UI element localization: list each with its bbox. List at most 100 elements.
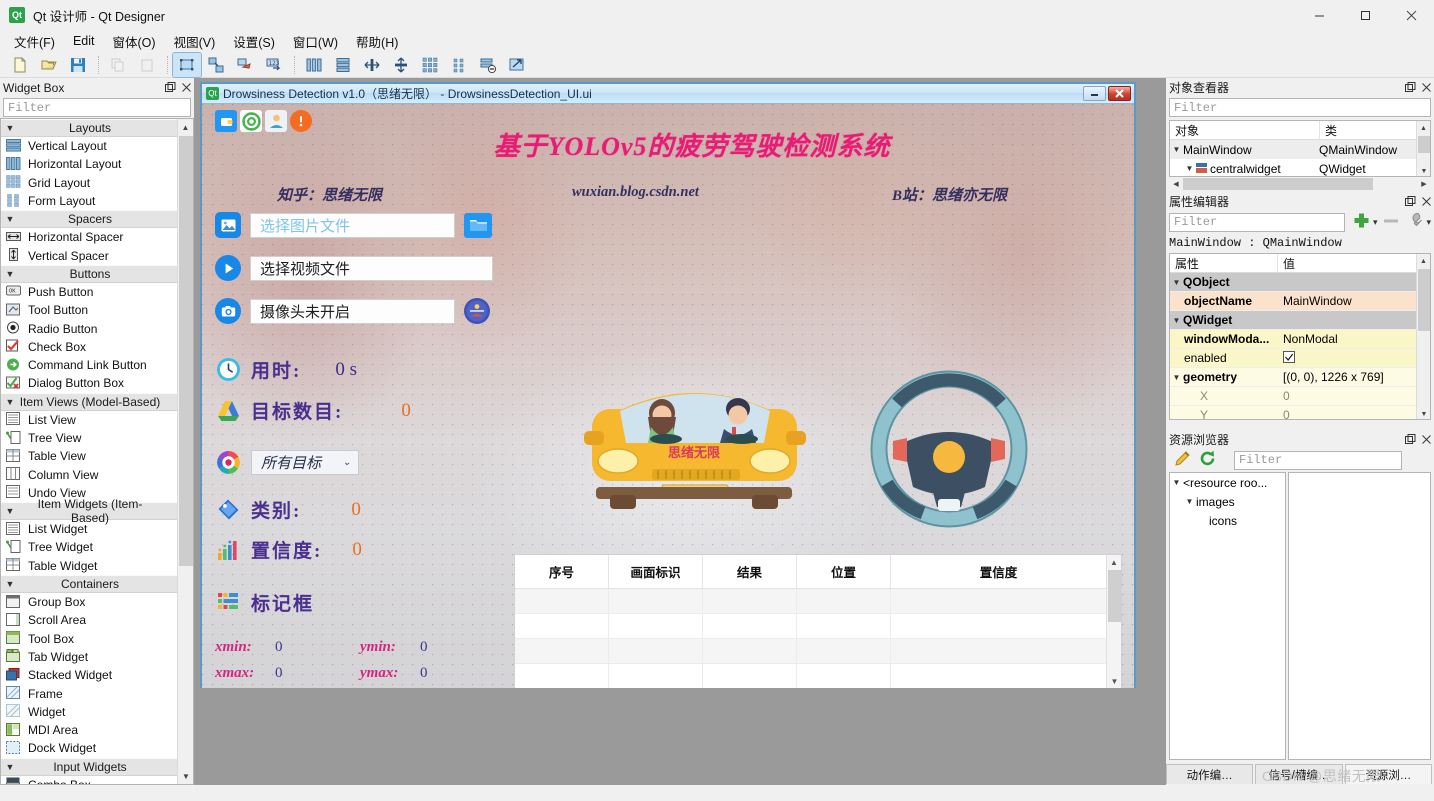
- layout-horizontally-button[interactable]: [300, 53, 328, 77]
- image-path-input[interactable]: 选择图片文件: [250, 212, 455, 238]
- widget-item-tool-box[interactable]: Tool Box: [1, 630, 179, 648]
- scrollbar-thumb[interactable]: [1108, 570, 1121, 622]
- property-editor-vscrollbar[interactable]: ▲ ▼: [1416, 254, 1430, 419]
- table-row[interactable]: [515, 639, 1121, 664]
- new-form-button[interactable]: [6, 53, 34, 77]
- chevron-down-icon[interactable]: ▼: [1170, 478, 1183, 487]
- property-row-geometry-x[interactable]: X 0: [1170, 387, 1430, 406]
- widget-item-column-view[interactable]: Column View: [1, 465, 179, 483]
- resource-tree-root[interactable]: ▼ <resource roo...: [1170, 473, 1285, 492]
- widget-item-vertical-spacer[interactable]: Vertical Spacer: [1, 246, 179, 264]
- resource-tree-icons[interactable]: icons: [1170, 511, 1285, 530]
- property-group-qwidget[interactable]: ▼ QWidget: [1170, 311, 1430, 330]
- chevron-down-icon[interactable]: ▼: [1170, 316, 1183, 325]
- widget-item-combo-box[interactable]: Combo Box: [1, 776, 179, 784]
- form-canvas[interactable]: 基于YOLOv5的疲劳驾驶检测系统 知乎：思绪无限 wuxian.blog.cs…: [202, 104, 1134, 688]
- chevron-down-icon[interactable]: ▼: [1183, 497, 1196, 506]
- target-filter-combo[interactable]: 所有目标 ⌄: [251, 449, 359, 475]
- layout-grid-button[interactable]: [416, 53, 444, 77]
- layout-splitter-h-button[interactable]: [358, 53, 386, 77]
- table-row[interactable]: [515, 589, 1121, 614]
- scroll-up-icon[interactable]: ▲: [178, 119, 193, 135]
- property-group-qobject[interactable]: ▼ QObject: [1170, 273, 1430, 292]
- paste-button[interactable]: [133, 53, 161, 77]
- tab-signal-slot-editor[interactable]: 信号/槽编…: [1255, 764, 1343, 784]
- widget-group-input-widgets[interactable]: ▼ Input Widgets: [1, 757, 179, 776]
- close-icon[interactable]: [1418, 194, 1434, 210]
- scroll-up-icon[interactable]: ▲: [1417, 121, 1430, 135]
- camera-status-input[interactable]: 摄像头未开启: [250, 298, 455, 324]
- widget-item-frame[interactable]: Frame: [1, 684, 179, 702]
- form-window-titlebar[interactable]: Qt Drowsiness Detection v1.0（思绪无限） - Dro…: [202, 84, 1134, 104]
- maximize-button[interactable]: [1342, 0, 1388, 30]
- widget-item-list-view[interactable]: List View: [1, 411, 179, 429]
- gear-green-icon[interactable]: [240, 110, 262, 132]
- property-value[interactable]: NonModal: [1278, 332, 1430, 346]
- pencil-icon[interactable]: [1174, 450, 1191, 470]
- results-table-scrollbar[interactable]: ▲ ▼: [1106, 555, 1121, 688]
- chevron-down-icon[interactable]: ▼: [1183, 164, 1196, 173]
- open-form-button[interactable]: [35, 53, 63, 77]
- close-button[interactable]: [1388, 0, 1434, 30]
- form-window[interactable]: Qt Drowsiness Detection v1.0（思绪无限） - Dro…: [200, 82, 1136, 688]
- widget-item-widget[interactable]: Widget: [1, 703, 179, 721]
- close-icon[interactable]: [1418, 432, 1434, 448]
- edit-buddies-button[interactable]: [231, 53, 259, 77]
- widget-item-horizontal-spacer[interactable]: Horizontal Spacer: [1, 228, 179, 246]
- widget-item-vertical-layout[interactable]: Vertical Layout: [1, 137, 179, 155]
- undock-icon[interactable]: [162, 80, 178, 96]
- widget-item-group-box[interactable]: Group Box: [1, 593, 179, 611]
- menu-view[interactable]: 视图(V): [165, 29, 225, 54]
- widget-item-grid-layout[interactable]: Grid Layout: [1, 174, 179, 192]
- resource-preview-panel[interactable]: [1288, 472, 1431, 760]
- widget-item-table-widget[interactable]: Table Widget: [1, 557, 179, 575]
- alert-orange-icon[interactable]: [290, 110, 312, 132]
- object-inspector-filter-input[interactable]: Filter: [1169, 98, 1431, 117]
- property-row-objectname[interactable]: objectName MainWindow: [1170, 292, 1430, 311]
- form-minimize-button[interactable]: [1083, 86, 1106, 101]
- widget-box-scrollbar[interactable]: ▲ ▼: [177, 119, 193, 784]
- chevron-down-icon[interactable]: ▼: [1170, 278, 1183, 287]
- blog-link[interactable]: wuxian.blog.csdn.net: [572, 184, 699, 201]
- scrollbar-thumb[interactable]: [1418, 269, 1430, 331]
- object-row-centralwidget[interactable]: ▼ centralwidget QWidget: [1170, 159, 1430, 176]
- undock-icon[interactable]: [1402, 432, 1418, 448]
- widget-item-scroll-area[interactable]: Scroll Area: [1, 611, 179, 629]
- zhihu-link[interactable]: 知乎：思绪无限: [277, 184, 382, 205]
- form-close-button[interactable]: [1108, 86, 1131, 101]
- widget-item-check-box[interactable]: Check Box: [1, 338, 179, 356]
- minus-icon[interactable]: [1383, 215, 1399, 229]
- table-row[interactable]: [515, 664, 1121, 688]
- widget-item-form-layout[interactable]: Form Layout: [1, 192, 179, 210]
- property-editor-table[interactable]: 属性 值 ▼ QObject objectName MainWindow ▼ Q…: [1169, 253, 1431, 420]
- widget-item-push-button[interactable]: OK Push Button: [1, 283, 179, 301]
- menu-window[interactable]: 窗口(W): [284, 29, 347, 54]
- widget-group-containers[interactable]: ▼ Containers: [1, 574, 179, 593]
- widget-group-spacers[interactable]: ▼ Spacers: [1, 210, 179, 229]
- widget-box-filter-input[interactable]: Filter: [3, 98, 191, 117]
- wallet-icon[interactable]: [215, 110, 237, 132]
- menu-file[interactable]: 文件(F): [5, 29, 64, 54]
- layout-vertically-button[interactable]: [329, 53, 357, 77]
- undock-icon[interactable]: [1402, 80, 1418, 96]
- minimize-button[interactable]: [1296, 0, 1342, 30]
- widget-group-item-widgets[interactable]: ▼ Item Widgets (Item-Based): [1, 497, 179, 525]
- property-value[interactable]: 0: [1278, 408, 1430, 419]
- resource-tree-images[interactable]: ▼ images: [1170, 492, 1285, 511]
- scroll-down-icon[interactable]: ▼: [178, 768, 193, 784]
- object-inspector-hscrollbar[interactable]: ◀ ▶: [1169, 177, 1431, 191]
- property-row-enabled[interactable]: enabled: [1170, 349, 1430, 368]
- widget-item-tree-view[interactable]: Tree View: [1, 429, 179, 447]
- tab-action-editor[interactable]: 动作编…: [1166, 764, 1254, 784]
- layout-splitter-v-button[interactable]: [387, 53, 415, 77]
- scroll-right-icon[interactable]: ▶: [1417, 180, 1431, 188]
- edit-widgets-button[interactable]: [172, 51, 202, 78]
- widget-item-horizontal-layout[interactable]: Horizontal Layout: [1, 155, 179, 173]
- scroll-up-icon[interactable]: ▲: [1417, 254, 1430, 268]
- mdi-workspace[interactable]: Qt Drowsiness Detection v1.0（思绪无限） - Dro…: [194, 78, 1166, 785]
- widget-item-tab-widget[interactable]: Tab Widget: [1, 648, 179, 666]
- scrollbar-thumb[interactable]: [1183, 178, 1373, 190]
- open-camera-button[interactable]: [464, 298, 490, 324]
- edit-signals-slots-button[interactable]: [202, 53, 230, 77]
- reload-green-icon[interactable]: [1199, 450, 1216, 470]
